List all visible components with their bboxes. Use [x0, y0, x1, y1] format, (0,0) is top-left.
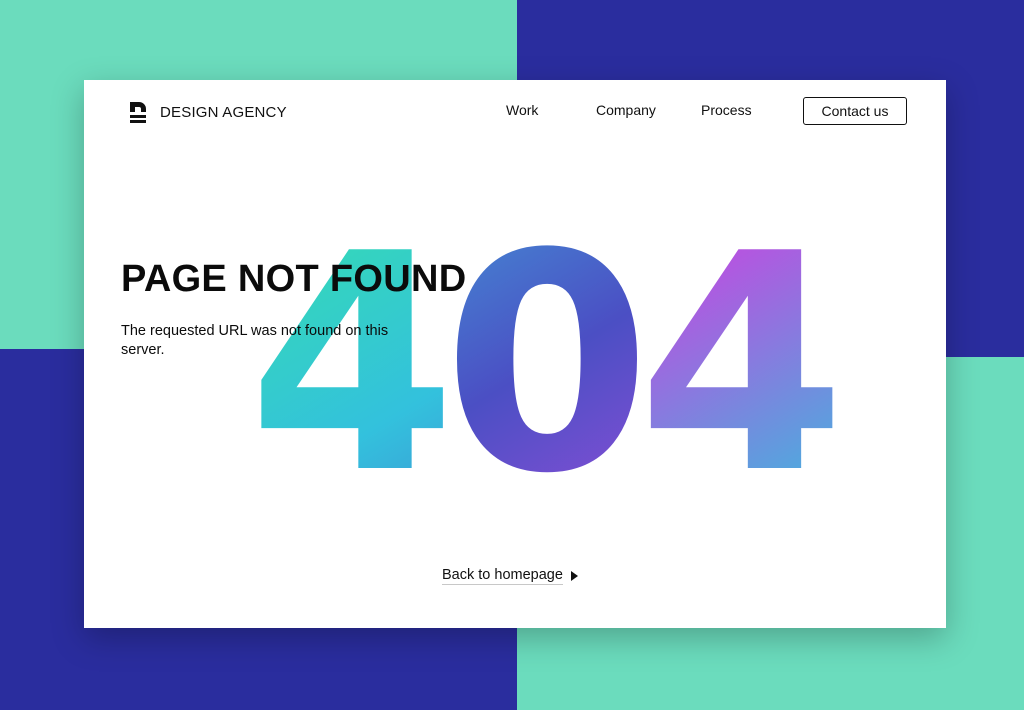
back-to-homepage-label: Back to homepage: [442, 567, 563, 585]
error-message: The requested URL was not found on this …: [121, 323, 389, 358]
error-code-digit-2: 0: [443, 190, 640, 539]
error-code-digit-3: 4: [637, 190, 834, 539]
page-title: PAGE NOT FOUND: [121, 258, 467, 300]
error-code-text: 404: [248, 190, 834, 539]
error-card: DESIGN AGENCY Work Company Process Conta…: [84, 80, 946, 628]
triangle-right-icon: [570, 571, 578, 581]
back-to-homepage-link[interactable]: Back to homepage: [442, 567, 578, 585]
error-code-digit-1: 4: [248, 190, 445, 539]
